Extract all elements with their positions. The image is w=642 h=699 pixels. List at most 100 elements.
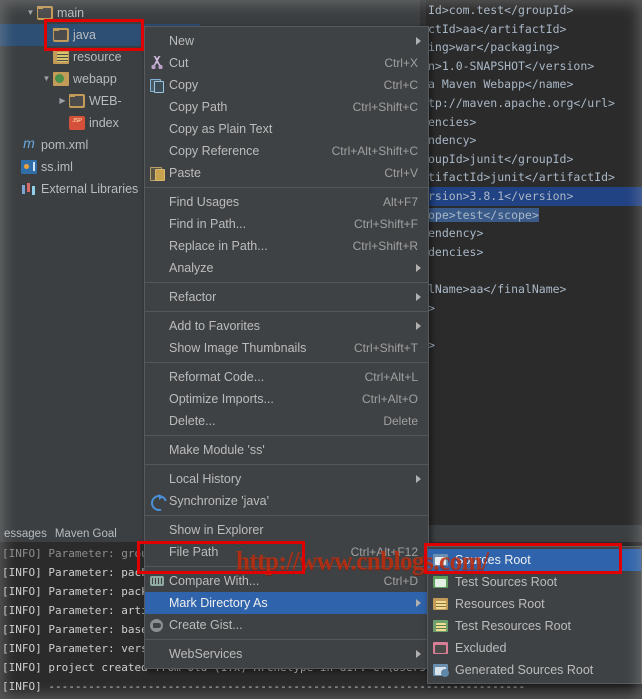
menu-item-cut[interactable]: Cut Ctrl+X [145, 52, 428, 74]
code-line-text: a Maven Webapp</name> [428, 77, 574, 92]
code-line: > [420, 299, 642, 318]
console-tab-messages[interactable]: essages [4, 528, 47, 540]
menu-item-copy-reference[interactable]: Copy Reference Ctrl+Alt+Shift+C [145, 140, 428, 162]
code-line: ing>war</packaging> [420, 38, 642, 57]
menu-item-shortcut: Ctrl+Alt+F12 [350, 545, 418, 559]
console-tab-maven-goal[interactable]: Maven Goal [55, 528, 117, 540]
menu-item-copy[interactable]: Copy Ctrl+C [145, 74, 428, 96]
code-line-text: tp://maven.apache.org</url> [428, 95, 615, 110]
test-sources-root-icon [432, 575, 450, 589]
code-line: rsion>3.8.1</version> [420, 186, 642, 206]
submenu-item-label: Test Resources Root [455, 619, 572, 633]
submenu-item-resources-root[interactable]: Resources Root [428, 593, 641, 615]
menu-item-shortcut: Ctrl+Alt+L [364, 370, 418, 384]
code-line: tifactId>junit</artifactId> [420, 168, 642, 187]
context-menu[interactable]: New Cut Ctrl+X Copy Ctrl+C Copy Path Ctrl+Shif… [144, 26, 429, 669]
menu-item-reformat-code[interactable]: Reformat Code... Ctrl+Alt+L [145, 366, 428, 388]
tree-item-label: pom.xml [41, 138, 89, 152]
menu-item-create-gist[interactable]: Create Gist... [145, 614, 428, 636]
submenu-item-generated-sources-root[interactable]: Generated Sources Root [428, 659, 641, 681]
menu-item-shortcut: Ctrl+V [384, 166, 418, 180]
menu-icon-placeholder [147, 99, 167, 115]
menu-item-replace-in-path[interactable]: Replace in Path... Ctrl+Shift+R [145, 235, 428, 257]
menu-item-shortcut: Alt+F7 [382, 195, 418, 209]
menu-item-find-usages[interactable]: Find Usages Alt+F7 [145, 191, 428, 213]
menu-icon-placeholder [147, 369, 167, 385]
folder-icon [69, 94, 85, 108]
tree-item-label: java [73, 28, 96, 42]
twisty-expanded-icon[interactable]: ▼ [40, 75, 53, 83]
menu-item-shortcut: Ctrl+Shift+T [353, 341, 418, 355]
menu-icon-placeholder [147, 121, 167, 137]
twisty-collapsed-icon[interactable]: ▶ [56, 97, 69, 105]
menu-item-show-image-thumbnails[interactable]: Show Image Thumbnails Ctrl+Shift+T [145, 337, 428, 359]
xml-editor-panel[interactable]: Id>com.test</groupId> ctId>aa</artifactId… [420, 0, 642, 525]
menu-item-mark-directory-as[interactable]: Mark Directory As [145, 592, 428, 614]
menu-item-refactor[interactable]: Refactor [145, 286, 428, 308]
menu-separator [145, 362, 428, 363]
submenu-item-excluded[interactable]: Excluded [428, 637, 641, 659]
menu-item-label: Mark Directory As [169, 596, 268, 610]
code-line-text: n>1.0-SNAPSHOT</version> [428, 58, 595, 73]
menu-item-label: Synchronize 'java' [169, 494, 269, 508]
menu-item-show-in-explorer[interactable]: Show in Explorer [145, 519, 428, 541]
tree-item-label: WEB- [89, 94, 122, 108]
submenu-item-label: Test Sources Root [455, 575, 558, 589]
menu-item-copy-as-plain-text[interactable]: Copy as Plain Text [145, 118, 428, 140]
code-line: oupId>junit</groupId> [420, 150, 642, 169]
menu-item-local-history[interactable]: Local History [145, 468, 428, 490]
test-resources-root-icon [432, 619, 450, 633]
menu-item-optimize-imports[interactable]: Optimize Imports... Ctrl+Alt+O [145, 388, 428, 410]
tree-item-label: resource [73, 50, 122, 64]
menu-item-copy-path[interactable]: Copy Path Ctrl+Shift+C [145, 96, 428, 118]
code-line-text: > [428, 337, 435, 352]
menu-item-analyze[interactable]: Analyze [145, 257, 428, 279]
menu-item-label: Replace in Path... [169, 239, 268, 253]
menu-item-synchronize-java[interactable]: Synchronize 'java' [145, 490, 428, 512]
menu-item-label: Create Gist... [169, 618, 243, 632]
menu-item-shortcut: Ctrl+D [383, 574, 418, 588]
submenu-arrow-icon [416, 322, 421, 330]
menu-item-label: Compare With... [169, 574, 260, 588]
menu-separator [145, 311, 428, 312]
tree-item-main[interactable]: ▼ main [0, 2, 200, 24]
code-line-text: oupId>junit</groupId> [428, 151, 574, 166]
submenu-arrow-icon [416, 599, 421, 607]
sync-icon [147, 493, 167, 509]
code-line-text: > [428, 300, 435, 315]
menu-item-compare-with[interactable]: Compare With... Ctrl+D [145, 570, 428, 592]
menu-item-paste[interactable]: Paste Ctrl+V [145, 162, 428, 184]
menu-item-label: Cut [169, 56, 189, 70]
cut-icon [147, 55, 167, 71]
mark-directory-as-submenu[interactable]: Sources Root Test Sources Root Resources R… [427, 546, 642, 684]
menu-item-label: Paste [169, 166, 201, 180]
menu-item-label: Copy [169, 78, 199, 92]
code-line-text: endency> [428, 226, 484, 241]
menu-item-shortcut: Ctrl+X [384, 56, 418, 70]
submenu-item-sources-root[interactable]: Sources Root [428, 549, 641, 571]
code-line: n>1.0-SNAPSHOT</version> [420, 57, 642, 76]
menu-item-make-module-ss[interactable]: Make Module 'ss' [145, 439, 428, 461]
menu-icon-placeholder [147, 143, 167, 159]
folder-icon [37, 6, 53, 20]
menu-item-label: New [169, 34, 195, 48]
menu-item-delete[interactable]: Delete... Delete [145, 410, 428, 432]
menu-item-new[interactable]: New [145, 30, 428, 52]
submenu-item-test-sources-root[interactable]: Test Sources Root [428, 571, 641, 593]
menu-item-shortcut: Ctrl+Alt+O [361, 392, 418, 406]
web-folder-icon [53, 72, 69, 86]
menu-icon-placeholder [147, 238, 167, 254]
menu-item-find-in-path[interactable]: Find in Path... Ctrl+Shift+F [145, 213, 428, 235]
menu-item-add-to-favorites[interactable]: Add to Favorites [145, 315, 428, 337]
code-line: endency> [420, 224, 642, 243]
jsp-file-icon [69, 116, 85, 130]
menu-item-label: Find Usages [169, 195, 240, 209]
submenu-arrow-icon [416, 650, 421, 658]
submenu-item-test-resources-root[interactable]: Test Resources Root [428, 615, 641, 637]
submenu-arrow-icon [416, 475, 421, 483]
menu-item-file-path[interactable]: File Path Ctrl+Alt+F12 [145, 541, 428, 563]
code-line-text: ing>war</packaging> [428, 40, 560, 55]
menu-item-webservices[interactable]: WebServices [145, 643, 428, 665]
twisty-expanded-icon[interactable]: ▼ [24, 9, 37, 17]
menu-separator [145, 639, 428, 640]
